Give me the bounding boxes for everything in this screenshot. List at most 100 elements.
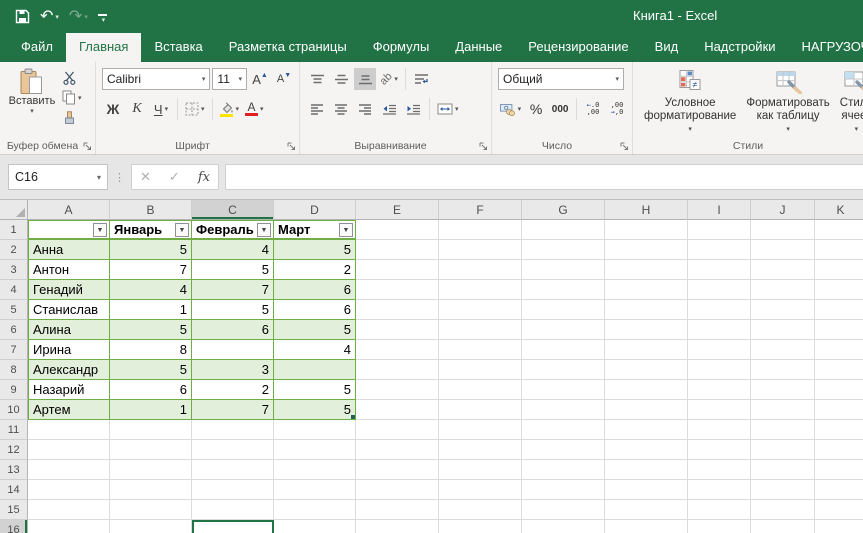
font-dialog-launcher[interactable] — [287, 142, 296, 151]
cell-J1[interactable] — [751, 220, 815, 240]
cell-G16[interactable] — [522, 520, 605, 533]
cell-G11[interactable] — [522, 420, 605, 440]
cell-F1[interactable] — [439, 220, 522, 240]
cell-K11[interactable] — [815, 420, 863, 440]
redo-button[interactable]: ↷ ▾ — [66, 6, 91, 28]
cell-G3[interactable] — [522, 260, 605, 280]
select-all-corner[interactable] — [0, 200, 28, 220]
cell-B14[interactable] — [110, 480, 192, 500]
cell-D15[interactable] — [274, 500, 356, 520]
cell-E10[interactable] — [356, 400, 439, 420]
cell-F8[interactable] — [439, 360, 522, 380]
column-header-D[interactable]: D — [274, 200, 356, 220]
cell-J9[interactable] — [751, 380, 815, 400]
row-header-12[interactable]: 12 — [0, 440, 28, 460]
cut-button[interactable] — [60, 69, 86, 86]
cell-C1[interactable]: Февраль▼ — [192, 220, 274, 240]
cell-A14[interactable] — [28, 480, 110, 500]
cell-K5[interactable] — [815, 300, 863, 320]
customize-quick-access-button[interactable]: ▾ — [95, 6, 110, 28]
cell-G12[interactable] — [522, 440, 605, 460]
underline-dropdown-icon[interactable]: ▾ — [165, 105, 169, 113]
formula-bar-splitter[interactable]: ⋮ — [114, 171, 125, 184]
cell-H12[interactable] — [605, 440, 688, 460]
cell-A1[interactable]: ▼ — [28, 220, 110, 240]
column-header-E[interactable]: E — [356, 200, 439, 220]
copy-button[interactable]: ▾ — [60, 89, 86, 106]
cell-H11[interactable] — [605, 420, 688, 440]
cell-B8[interactable]: 5 — [110, 360, 192, 380]
cell-G4[interactable] — [522, 280, 605, 300]
enter-icon[interactable]: ✓ — [169, 169, 180, 185]
row-header-3[interactable]: 3 — [0, 260, 28, 280]
cell-E3[interactable] — [356, 260, 439, 280]
clipboard-dialog-launcher[interactable] — [83, 142, 92, 151]
cell-A15[interactable] — [28, 500, 110, 520]
cell-J12[interactable] — [751, 440, 815, 460]
cell-F12[interactable] — [439, 440, 522, 460]
wrap-text-button[interactable] — [411, 68, 433, 90]
cell-J4[interactable] — [751, 280, 815, 300]
cell-C14[interactable] — [192, 480, 274, 500]
cell-J16[interactable] — [751, 520, 815, 533]
cell-G9[interactable] — [522, 380, 605, 400]
cell-G10[interactable] — [522, 400, 605, 420]
align-bottom-button[interactable] — [354, 68, 376, 90]
tab-insert[interactable]: Вставка — [141, 33, 215, 62]
percent-style-button[interactable]: % — [525, 98, 547, 120]
cell-D5[interactable]: 6 — [274, 300, 356, 320]
cell-I1[interactable] — [688, 220, 751, 240]
cell-H5[interactable] — [605, 300, 688, 320]
tab-load-test[interactable]: НАГРУЗОЧНЫЙ Т — [789, 33, 863, 62]
cell-B11[interactable] — [110, 420, 192, 440]
cell-A8[interactable]: Александр — [28, 360, 110, 380]
cell-B16[interactable] — [110, 520, 192, 533]
cell-A16[interactable] — [28, 520, 110, 533]
tab-formulas[interactable]: Формулы — [360, 33, 443, 62]
decrease-font-button[interactable]: A▼ — [273, 68, 295, 90]
cell-H6[interactable] — [605, 320, 688, 340]
cell-I14[interactable] — [688, 480, 751, 500]
cell-J7[interactable] — [751, 340, 815, 360]
cell-D12[interactable] — [274, 440, 356, 460]
cell-A10[interactable]: Артем — [28, 400, 110, 420]
cell-H16[interactable] — [605, 520, 688, 533]
cell-G1[interactable] — [522, 220, 605, 240]
cell-H10[interactable] — [605, 400, 688, 420]
cell-D2[interactable]: 5 — [274, 240, 356, 260]
cell-I7[interactable] — [688, 340, 751, 360]
cell-styles-button[interactable]: Стили ячеек ▾ — [835, 66, 863, 136]
name-box[interactable]: C16 ▾ — [8, 164, 108, 190]
row-header-10[interactable]: 10 — [0, 400, 28, 420]
cell-J6[interactable] — [751, 320, 815, 340]
increase-font-button[interactable]: A▲ — [249, 68, 271, 90]
cell-A12[interactable] — [28, 440, 110, 460]
filter-button-B1[interactable]: ▼ — [175, 223, 189, 237]
cell-B9[interactable]: 6 — [110, 380, 192, 400]
cell-D13[interactable] — [274, 460, 356, 480]
orientation-button[interactable]: ab ▾ — [378, 68, 400, 90]
paste-button[interactable]: Вставить ▾ — [6, 66, 58, 126]
column-header-K[interactable]: K — [815, 200, 863, 220]
insert-function-button[interactable]: fx — [198, 170, 210, 185]
cell-K6[interactable] — [815, 320, 863, 340]
merge-dropdown-icon[interactable]: ▾ — [455, 105, 459, 113]
cell-A11[interactable] — [28, 420, 110, 440]
cell-B2[interactable]: 5 — [110, 240, 192, 260]
cell-E1[interactable] — [356, 220, 439, 240]
cell-E14[interactable] — [356, 480, 439, 500]
accounting-dropdown-icon[interactable]: ▾ — [518, 105, 522, 113]
undo-dropdown-icon[interactable]: ▾ — [55, 13, 59, 21]
filter-button-D1[interactable]: ▼ — [339, 223, 353, 237]
tab-review[interactable]: Рецензирование — [515, 33, 641, 62]
cell-K14[interactable] — [815, 480, 863, 500]
column-header-F[interactable]: F — [439, 200, 522, 220]
cell-D7[interactable]: 4 — [274, 340, 356, 360]
cell-A6[interactable]: Алина — [28, 320, 110, 340]
cell-E7[interactable] — [356, 340, 439, 360]
conditional-formatting-button[interactable]: ≠ Условное форматирование ▾ — [639, 66, 741, 136]
column-header-G[interactable]: G — [522, 200, 605, 220]
filter-button-A1[interactable]: ▼ — [93, 223, 107, 237]
cell-I13[interactable] — [688, 460, 751, 480]
cell-I12[interactable] — [688, 440, 751, 460]
